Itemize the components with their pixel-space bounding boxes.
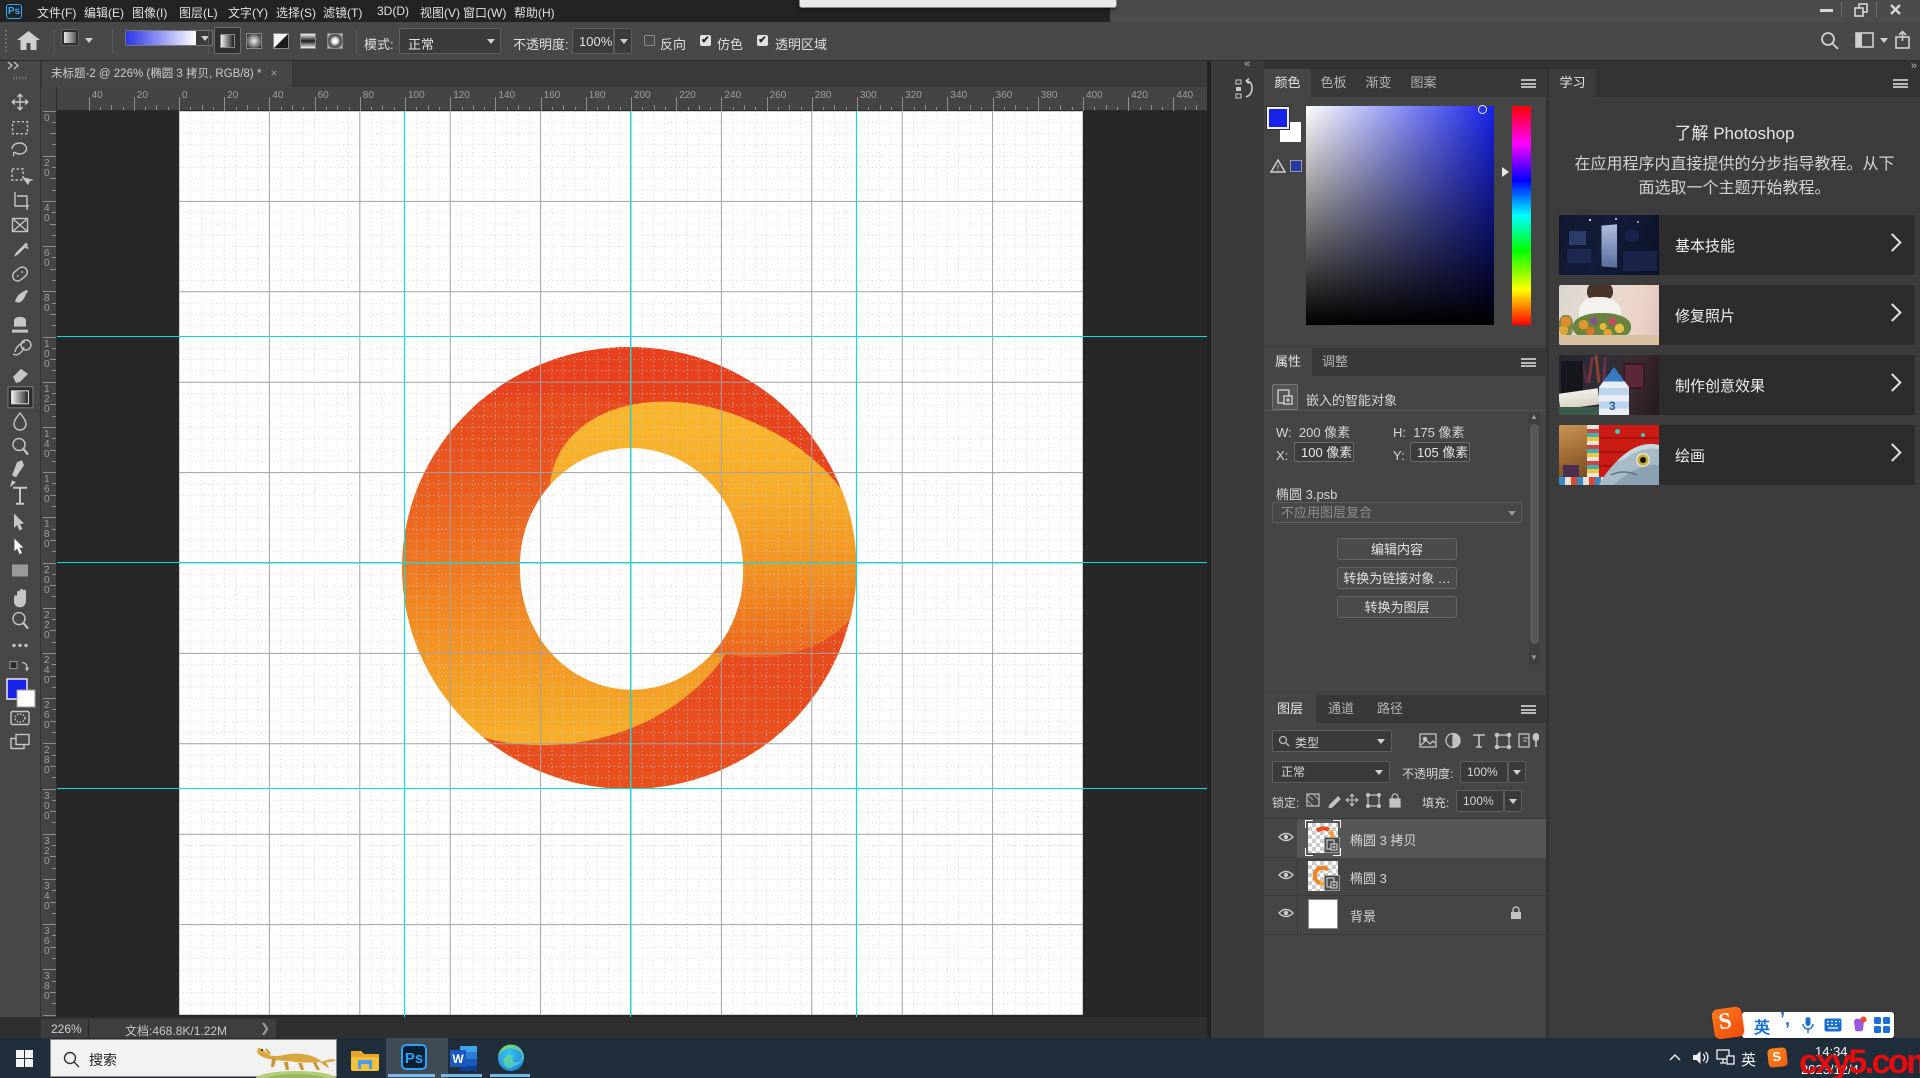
- svg-text:!: !: [1277, 163, 1280, 173]
- svg-text:W: W: [452, 1052, 464, 1066]
